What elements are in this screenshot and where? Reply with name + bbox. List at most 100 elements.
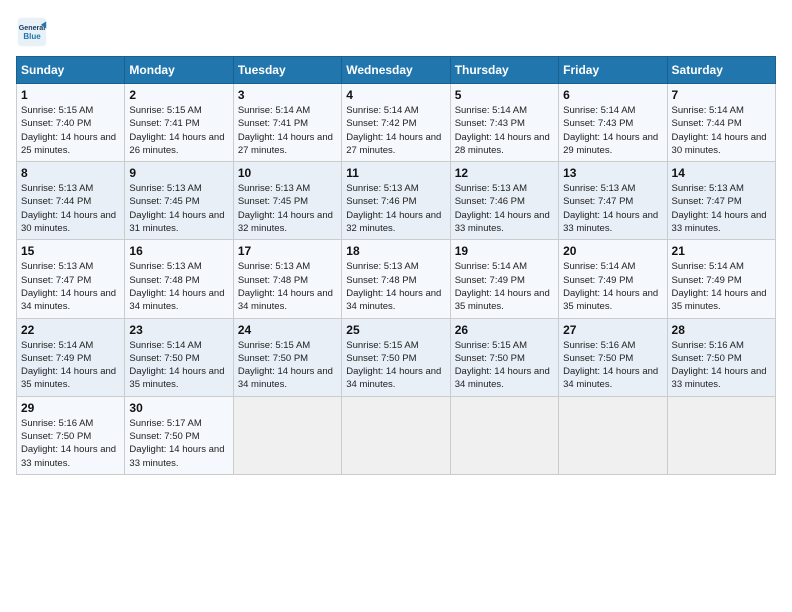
calendar-cell: [233, 396, 341, 474]
calendar-cell: 23 Sunrise: 5:14 AMSunset: 7:50 PMDayligh…: [125, 318, 233, 396]
logo: General Blue: [16, 16, 48, 48]
calendar-cell: 14 Sunrise: 5:13 AMSunset: 7:47 PMDayligh…: [667, 162, 775, 240]
column-header-thursday: Thursday: [450, 57, 558, 84]
day-number: 2: [129, 88, 228, 102]
day-number: 18: [346, 244, 445, 258]
calendar-week-row: 29 Sunrise: 5:16 AMSunset: 7:50 PMDayligh…: [17, 396, 776, 474]
calendar-week-row: 22Sunrise: 5:14 AMSunset: 7:49 PMDayligh…: [17, 318, 776, 396]
calendar-cell: [559, 396, 667, 474]
day-number: 3: [238, 88, 337, 102]
day-number: 13: [563, 166, 662, 180]
column-header-sunday: Sunday: [17, 57, 125, 84]
calendar-cell: 25 Sunrise: 5:15 AMSunset: 7:50 PMDayligh…: [342, 318, 450, 396]
day-number: 27: [563, 323, 662, 337]
calendar-cell: 28 Sunrise: 5:16 AMSunset: 7:50 PMDayligh…: [667, 318, 775, 396]
day-number: 5: [455, 88, 554, 102]
day-number: 24: [238, 323, 337, 337]
day-detail: Sunrise: 5:14 AMSunset: 7:41 PMDaylight:…: [238, 104, 337, 157]
svg-text:General: General: [19, 24, 46, 32]
day-number: 7: [672, 88, 771, 102]
calendar-week-row: 1Sunrise: 5:15 AMSunset: 7:40 PMDaylight…: [17, 84, 776, 162]
calendar-week-row: 15Sunrise: 5:13 AMSunset: 7:47 PMDayligh…: [17, 240, 776, 318]
day-detail: Sunrise: 5:13 AMSunset: 7:48 PMDaylight:…: [129, 260, 228, 313]
day-detail: Sunrise: 5:16 AMSunset: 7:50 PMDaylight:…: [21, 417, 120, 470]
day-detail: Sunrise: 5:13 AMSunset: 7:46 PMDaylight:…: [455, 182, 554, 235]
column-header-wednesday: Wednesday: [342, 57, 450, 84]
day-number: 23: [129, 323, 228, 337]
day-detail: Sunrise: 5:13 AMSunset: 7:48 PMDaylight:…: [346, 260, 445, 313]
day-detail: Sunrise: 5:13 AMSunset: 7:46 PMDaylight:…: [346, 182, 445, 235]
day-number: 4: [346, 88, 445, 102]
column-header-monday: Monday: [125, 57, 233, 84]
calendar-cell: 4 Sunrise: 5:14 AMSunset: 7:42 PMDaylight…: [342, 84, 450, 162]
day-detail: Sunrise: 5:14 AMSunset: 7:44 PMDaylight:…: [672, 104, 771, 157]
day-number: 10: [238, 166, 337, 180]
calendar-cell: 29 Sunrise: 5:16 AMSunset: 7:50 PMDayligh…: [17, 396, 125, 474]
calendar-cell: 18 Sunrise: 5:13 AMSunset: 7:48 PMDayligh…: [342, 240, 450, 318]
day-detail: Sunrise: 5:14 AMSunset: 7:49 PMDaylight:…: [672, 260, 771, 313]
day-number: 12: [455, 166, 554, 180]
calendar-cell: 19Sunrise: 5:14 AMSunset: 7:49 PMDayligh…: [450, 240, 558, 318]
calendar-cell: 30 Sunrise: 5:17 AMSunset: 7:50 PMDayligh…: [125, 396, 233, 474]
day-detail: Sunrise: 5:15 AMSunset: 7:50 PMDaylight:…: [238, 339, 337, 392]
calendar-cell: 6 Sunrise: 5:14 AMSunset: 7:43 PMDaylight…: [559, 84, 667, 162]
calendar-cell: 27 Sunrise: 5:16 AMSunset: 7:50 PMDayligh…: [559, 318, 667, 396]
calendar-cell: [342, 396, 450, 474]
day-number: 21: [672, 244, 771, 258]
day-number: 20: [563, 244, 662, 258]
calendar-cell: 16 Sunrise: 5:13 AMSunset: 7:48 PMDayligh…: [125, 240, 233, 318]
calendar-cell: 21 Sunrise: 5:14 AMSunset: 7:49 PMDayligh…: [667, 240, 775, 318]
column-header-tuesday: Tuesday: [233, 57, 341, 84]
day-detail: Sunrise: 5:14 AMSunset: 7:42 PMDaylight:…: [346, 104, 445, 157]
calendar-cell: 22Sunrise: 5:14 AMSunset: 7:49 PMDayligh…: [17, 318, 125, 396]
day-detail: Sunrise: 5:17 AMSunset: 7:50 PMDaylight:…: [129, 417, 228, 470]
day-detail: Sunrise: 5:13 AMSunset: 7:47 PMDaylight:…: [672, 182, 771, 235]
day-number: 16: [129, 244, 228, 258]
day-number: 17: [238, 244, 337, 258]
day-number: 26: [455, 323, 554, 337]
day-number: 28: [672, 323, 771, 337]
calendar-cell: 20 Sunrise: 5:14 AMSunset: 7:49 PMDayligh…: [559, 240, 667, 318]
day-detail: Sunrise: 5:14 AMSunset: 7:49 PMDaylight:…: [21, 339, 120, 392]
calendar-header: SundayMondayTuesdayWednesdayThursdayFrid…: [17, 57, 776, 84]
day-detail: Sunrise: 5:14 AMSunset: 7:49 PMDaylight:…: [563, 260, 662, 313]
svg-text:Blue: Blue: [23, 32, 41, 41]
calendar-cell: 5 Sunrise: 5:14 AMSunset: 7:43 PMDaylight…: [450, 84, 558, 162]
calendar-table: SundayMondayTuesdayWednesdayThursdayFrid…: [16, 56, 776, 475]
day-detail: Sunrise: 5:14 AMSunset: 7:50 PMDaylight:…: [129, 339, 228, 392]
day-number: 9: [129, 166, 228, 180]
calendar-cell: 10 Sunrise: 5:13 AMSunset: 7:45 PMDayligh…: [233, 162, 341, 240]
calendar-cell: 15Sunrise: 5:13 AMSunset: 7:47 PMDayligh…: [17, 240, 125, 318]
calendar-week-row: 8 Sunrise: 5:13 AMSunset: 7:44 PMDaylight…: [17, 162, 776, 240]
calendar-cell: 2 Sunrise: 5:15 AMSunset: 7:41 PMDaylight…: [125, 84, 233, 162]
calendar-cell: [667, 396, 775, 474]
calendar-cell: 13Sunrise: 5:13 AMSunset: 7:47 PMDayligh…: [559, 162, 667, 240]
day-number: 30: [129, 401, 228, 415]
calendar-cell: [450, 396, 558, 474]
calendar-cell: 12 Sunrise: 5:13 AMSunset: 7:46 PMDayligh…: [450, 162, 558, 240]
day-detail: Sunrise: 5:14 AMSunset: 7:43 PMDaylight:…: [455, 104, 554, 157]
column-header-friday: Friday: [559, 57, 667, 84]
day-detail: Sunrise: 5:15 AMSunset: 7:41 PMDaylight:…: [129, 104, 228, 157]
day-detail: Sunrise: 5:16 AMSunset: 7:50 PMDaylight:…: [563, 339, 662, 392]
logo-icon: General Blue: [16, 16, 48, 48]
column-header-saturday: Saturday: [667, 57, 775, 84]
calendar-cell: 1Sunrise: 5:15 AMSunset: 7:40 PMDaylight…: [17, 84, 125, 162]
day-number: 14: [672, 166, 771, 180]
day-detail: Sunrise: 5:13 AMSunset: 7:47 PMDaylight:…: [21, 260, 120, 313]
calendar-cell: 24 Sunrise: 5:15 AMSunset: 7:50 PMDayligh…: [233, 318, 341, 396]
day-detail: Sunrise: 5:14 AMSunset: 7:43 PMDaylight:…: [563, 104, 662, 157]
day-number: 8: [21, 166, 120, 180]
day-number: 6: [563, 88, 662, 102]
day-detail: Sunrise: 5:13 AMSunset: 7:45 PMDaylight:…: [238, 182, 337, 235]
day-number: 25: [346, 323, 445, 337]
calendar-cell: 3 Sunrise: 5:14 AMSunset: 7:41 PMDaylight…: [233, 84, 341, 162]
day-detail: Sunrise: 5:16 AMSunset: 7:50 PMDaylight:…: [672, 339, 771, 392]
day-detail: Sunrise: 5:13 AMSunset: 7:45 PMDaylight:…: [129, 182, 228, 235]
day-number: 19: [455, 244, 554, 258]
day-detail: Sunrise: 5:15 AMSunset: 7:50 PMDaylight:…: [346, 339, 445, 392]
calendar-cell: 17Sunrise: 5:13 AMSunset: 7:48 PMDayligh…: [233, 240, 341, 318]
day-detail: Sunrise: 5:13 AMSunset: 7:44 PMDaylight:…: [21, 182, 120, 235]
day-number: 1: [21, 88, 120, 102]
day-number: 29: [21, 401, 120, 415]
